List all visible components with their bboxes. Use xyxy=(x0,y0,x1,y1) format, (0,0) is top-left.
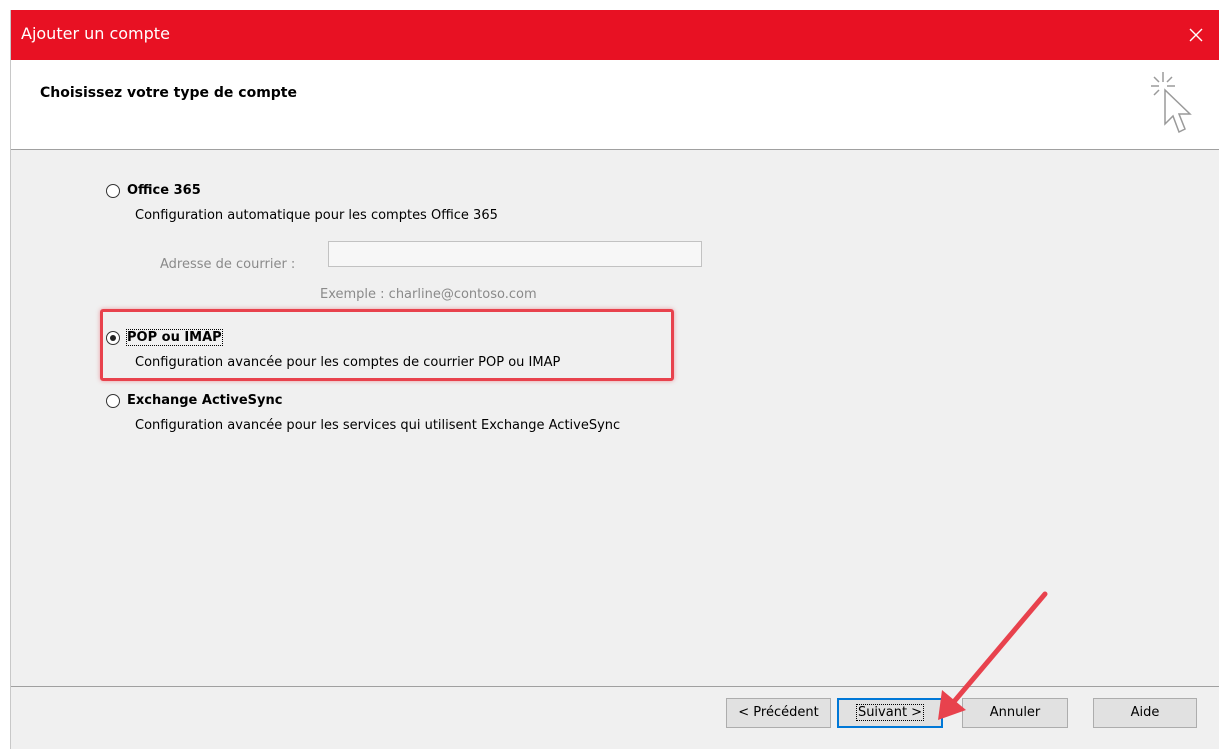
option-office365-label[interactable]: Office 365 xyxy=(127,183,201,198)
wizard-cursor-icon xyxy=(1151,72,1192,134)
radio-office365[interactable] xyxy=(106,184,120,198)
next-button-label: Suivant > xyxy=(855,704,925,721)
window-title: Ajouter un compte xyxy=(21,24,170,43)
email-field-example: Exemple : charline@contoso.com xyxy=(320,287,537,302)
title-bar[interactable]: Ajouter un compte xyxy=(11,10,1219,60)
option-exchange-activesync-description: Configuration avancée pour les services … xyxy=(135,418,621,433)
email-field[interactable] xyxy=(328,241,702,267)
close-icon xyxy=(1189,28,1203,42)
option-exchange-activesync-label[interactable]: Exchange ActiveSync xyxy=(127,393,282,408)
page-title: Choisissez votre type de compte xyxy=(40,85,297,101)
previous-button[interactable]: < Précédent xyxy=(726,698,831,728)
option-office365-description: Configuration automatique pour les compt… xyxy=(135,208,498,223)
annotation-arrow xyxy=(938,591,1048,720)
email-field-label: Adresse de courrier : xyxy=(160,257,296,272)
close-button[interactable] xyxy=(1173,10,1219,60)
help-button[interactable]: Aide xyxy=(1093,698,1197,728)
radio-exchange-activesync[interactable] xyxy=(106,394,120,408)
wizard-header: Choisissez votre type de compte xyxy=(11,60,1219,150)
annotation-highlight-box xyxy=(100,309,674,381)
